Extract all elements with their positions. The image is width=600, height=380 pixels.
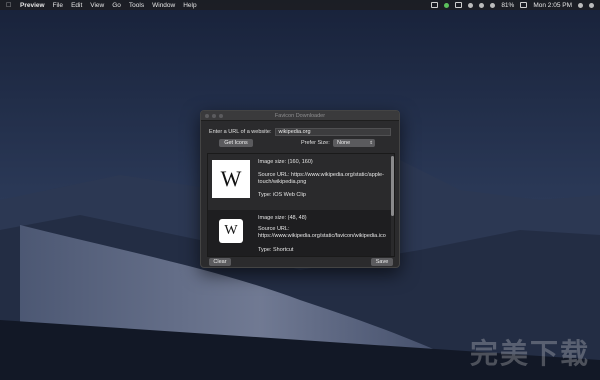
bluetooth-icon[interactable] — [479, 2, 485, 8]
menu-app-name[interactable]: Preview — [20, 2, 45, 9]
prefer-size-select[interactable]: None ⇕ — [333, 139, 375, 147]
airplay-icon[interactable] — [455, 2, 463, 8]
zoom-button[interactable] — [219, 114, 223, 118]
url-label: Enter a URL of a website: — [209, 129, 272, 135]
menu-tools[interactable]: Tools — [129, 2, 144, 9]
clear-button[interactable]: Clear — [209, 258, 231, 266]
menu-clock[interactable]: Mon 2:05 PM — [533, 2, 572, 9]
window-title: Favicon Downloader — [274, 112, 326, 119]
watermark-logo: 完美下载 — [469, 337, 590, 370]
list-item[interactable]: W Image size: (160, 160) Source URL: htt… — [208, 154, 394, 210]
status-area: 81% Mon 2:05 PM — [431, 0, 594, 10]
source-url-text: Source URL: https://www.wikipedia.org/st… — [258, 226, 386, 239]
image-size-text: Image size: (48, 48) — [258, 215, 307, 221]
wifi-icon[interactable] — [490, 2, 496, 8]
url-input[interactable]: wikipedia.org — [275, 128, 392, 136]
source-url-text: Source URL: https://www.wikipedia.org/st… — [258, 172, 384, 185]
icon-type-text: Type: Shortcut — [258, 247, 294, 253]
menu-edit[interactable]: Edit — [71, 2, 82, 9]
battery-icon[interactable] — [520, 2, 528, 8]
favicon-downloader-window: Favicon Downloader Enter a URL of a webs… — [200, 110, 400, 268]
menu-help[interactable]: Help — [183, 2, 196, 9]
prefer-size-label: Prefer Size: — [301, 140, 330, 146]
notification-center-icon[interactable] — [589, 2, 594, 8]
prefer-size-value: None — [337, 140, 351, 146]
status-dot-icon[interactable] — [444, 2, 450, 8]
favicon-results-list[interactable]: W Image size: (160, 160) Source URL: htt… — [207, 153, 395, 257]
get-icons-button[interactable]: Get Icons — [219, 139, 253, 147]
select-arrows-icon: ⇕ — [369, 140, 373, 145]
display-icon[interactable] — [431, 2, 439, 8]
icon-type-text: Type: iOS Web Clip — [258, 192, 306, 198]
image-size-text: Image size: (160, 160) — [258, 159, 313, 165]
wikipedia-favicon-image: W — [212, 160, 250, 198]
minimize-button[interactable] — [212, 114, 216, 118]
menu-bar:  Preview File Edit View Go Tools Window… — [0, 0, 600, 10]
search-icon[interactable] — [578, 2, 583, 8]
scrollbar-thumb[interactable] — [391, 156, 394, 216]
menu-file[interactable]: File — [53, 2, 63, 9]
menu-view[interactable]: View — [90, 2, 104, 9]
wikipedia-favicon-image: W — [219, 219, 243, 243]
save-button[interactable]: Save — [371, 258, 393, 266]
close-button[interactable] — [205, 114, 209, 118]
window-titlebar[interactable]: Favicon Downloader — [201, 111, 399, 121]
menu-window[interactable]: Window — [152, 2, 175, 9]
menu-go[interactable]: Go — [112, 2, 121, 9]
list-item[interactable]: W Image size: (48, 48) Source URL: https… — [208, 210, 394, 256]
dropbox-icon[interactable] — [468, 2, 474, 8]
apple-menu-icon[interactable]:  — [6, 2, 14, 9]
list-scrollbar[interactable] — [391, 154, 394, 256]
battery-percent[interactable]: 81% — [501, 2, 514, 9]
